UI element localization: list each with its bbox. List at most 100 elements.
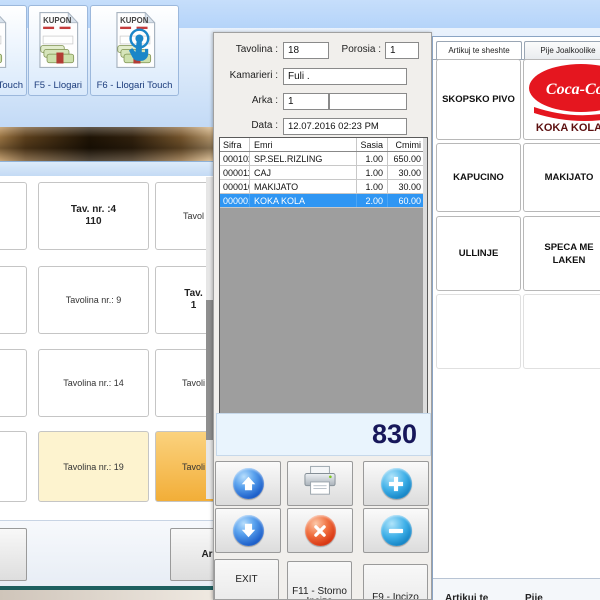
product-button-speca-me-laken[interactable]: SPECA ME LAKEN: [523, 216, 600, 291]
cell-cmimi: 650.00: [388, 152, 424, 165]
product-button-koka-kola[interactable]: Coca-Cola KOKA KOLA: [523, 59, 600, 140]
toolbar-button-label: Touch: [0, 80, 26, 91]
arka-field[interactable]: 1: [283, 93, 329, 110]
table-button-tavolina-19[interactable]: Tavolina nr.: 19: [38, 431, 149, 502]
left-grid-scrollbar[interactable]: [206, 177, 213, 499]
move-up-button[interactable]: [215, 461, 281, 506]
table-button-label: Tavoli: [182, 377, 205, 389]
exit-button[interactable]: EXIT: [214, 559, 279, 600]
product-label: SPECA ME LAKEN: [534, 241, 600, 267]
tab-label: Pije Joalkoolike: [540, 46, 595, 55]
f9-incizo-button[interactable]: F9 - Incizo: [363, 564, 428, 600]
table-button-label: Tavol: [183, 210, 204, 222]
tab-pije-joalkoolike[interactable]: Pije Joalkoolike: [524, 41, 600, 59]
toolbar-button-f6-llogari-touch[interactable]: KUPON F6 - Llogari Touch: [90, 5, 179, 96]
left-bottom-bar: Ar: [0, 520, 216, 587]
cell-sasia: 2.00: [357, 194, 388, 207]
table-button[interactable]: [0, 349, 27, 417]
product-button-skopsko-pivo[interactable]: SKOPSKO PIVO: [436, 59, 521, 140]
delete-x-icon: [305, 515, 336, 546]
wood-banner-image: [0, 127, 213, 161]
products-panel: Artikuj te sheshte Pije Joalkoolike SKOP…: [432, 36, 600, 600]
tavolina-label: Tavolina :: [214, 44, 278, 55]
coca-cola-logo-icon: Coca-Cola: [526, 63, 600, 131]
bottom-bar-button-label: Ar: [201, 549, 212, 560]
cell-sifra: 000001: [220, 194, 250, 207]
table-button[interactable]: [0, 431, 27, 502]
table-button-label: Tav. nr. :4: [71, 204, 116, 216]
table-button-label: Tavoli: [182, 461, 205, 473]
printer-icon: [302, 465, 338, 502]
kupon-receipt-icon: KUPON: [36, 11, 80, 74]
cell-sasia: 1.00: [357, 152, 388, 165]
cell-emri: MAKIJATO: [250, 180, 357, 193]
cell-cmimi: 30.00: [388, 180, 424, 193]
toolbar-button-f5-llogari[interactable]: KUPON F5 - Llogari: [28, 5, 88, 96]
toolbar-button-label: F6 - Llogari Touch: [91, 80, 178, 91]
tab-artikuj-te-sheshte[interactable]: Artikuj te sheshte: [436, 41, 522, 59]
table-row[interactable]: 000102 SP.SEL.RIZLING 1.00 650.00: [220, 152, 427, 166]
product-label: ULLINJE: [459, 247, 499, 260]
order-panel: Tavolina : 18 Porosia : 1 Kamarieri : Fu…: [213, 32, 432, 600]
cell-sifra: 000102: [220, 152, 250, 165]
product-button-makijato[interactable]: MAKIJATO: [523, 143, 600, 212]
table-button-tavolina-9[interactable]: Tavolina nr.: 9: [38, 266, 149, 334]
tavolina-field[interactable]: 18: [283, 42, 329, 59]
table-row[interactable]: 000010 MAKIJATO 1.00 30.00: [220, 180, 427, 194]
cell-emri: KOKA KOLA: [250, 194, 357, 207]
table-row[interactable]: 000011 CAJ 1.00 30.00: [220, 166, 427, 180]
blue-divider-strip: [0, 161, 213, 177]
delete-item-button[interactable]: [287, 508, 353, 553]
table-header-row: Sifra Emri Sasia Cmimi: [220, 138, 427, 152]
move-down-button[interactable]: [215, 508, 281, 553]
cell-sifra: 000011: [220, 166, 250, 179]
table-button-label: Tavolina nr.: 9: [66, 294, 122, 306]
cell-emri: SP.SEL.RIZLING: [250, 152, 357, 165]
tab-label: Artikuj te sheshte: [448, 46, 509, 55]
bottom-tab-pije[interactable]: Pije: [525, 593, 543, 600]
table-button[interactable]: [0, 266, 27, 334]
f9-button-label: F9 - Incizo: [372, 592, 419, 600]
decrease-quantity-button[interactable]: [363, 508, 429, 553]
f11-storno-button[interactable]: F11 - Storno Incizo: [287, 561, 352, 600]
table-button-label: Tavolina nr.: 19: [63, 461, 124, 473]
cell-sasia: 1.00: [357, 180, 388, 193]
porosia-field[interactable]: 1: [385, 42, 419, 59]
touch-gesture-icon: [125, 28, 157, 70]
toolbar-button-llogari-touch-partial[interactable]: KUPON Touch: [0, 5, 27, 96]
arka-field-2[interactable]: [329, 93, 407, 110]
product-label: KAPUCINO: [453, 171, 504, 184]
scrollbar-thumb[interactable]: [206, 300, 213, 440]
data-field[interactable]: 12.07.2016 02:23 PM: [283, 118, 407, 135]
svg-text:KUPON: KUPON: [120, 16, 149, 25]
increase-quantity-button[interactable]: [363, 461, 429, 506]
down-arrow-icon: [233, 515, 264, 546]
cell-sasia: 1.00: [357, 166, 388, 179]
arka-label: Arka :: [214, 95, 278, 106]
column-header-emri[interactable]: Emri: [250, 138, 357, 151]
column-header-sifra[interactable]: Sifra: [220, 138, 250, 151]
order-items-table: Sifra Emri Sasia Cmimi 000102 SP.SEL.RIZ…: [219, 137, 428, 416]
kamarieri-field[interactable]: Fuli .: [283, 68, 407, 85]
product-label: SKOPSKO PIVO: [442, 93, 515, 106]
table-button-tav-4[interactable]: Tav. nr. :4 110: [38, 182, 149, 250]
table-button-label: Tav.: [184, 288, 203, 300]
column-header-cmimi[interactable]: Cmimi: [388, 138, 424, 151]
bottom-tab-artikuj[interactable]: Artikuj te: [445, 593, 488, 600]
cell-cmimi: 30.00: [388, 166, 424, 179]
product-button-kapucino[interactable]: KAPUCINO: [436, 143, 521, 212]
column-header-sasia[interactable]: Sasia: [357, 138, 388, 151]
table-row-selected[interactable]: 000001 KOKA KOLA 2.00 60.00: [220, 194, 427, 208]
table-scrollbar[interactable]: [423, 138, 427, 415]
table-button[interactable]: [0, 182, 27, 250]
product-button-empty[interactable]: [523, 294, 600, 369]
bottom-bar-button-partial[interactable]: [0, 528, 27, 581]
desktop-strip: [0, 590, 213, 600]
product-label: MAKIJATO: [545, 171, 594, 184]
cell-cmimi: 60.00: [388, 194, 424, 207]
product-button-empty[interactable]: [436, 294, 521, 369]
up-arrow-icon: [233, 468, 264, 499]
print-button[interactable]: [287, 461, 353, 506]
table-button-tavolina-14[interactable]: Tavolina nr.: 14: [38, 349, 149, 417]
product-button-ullinje[interactable]: ULLINJE: [436, 216, 521, 291]
